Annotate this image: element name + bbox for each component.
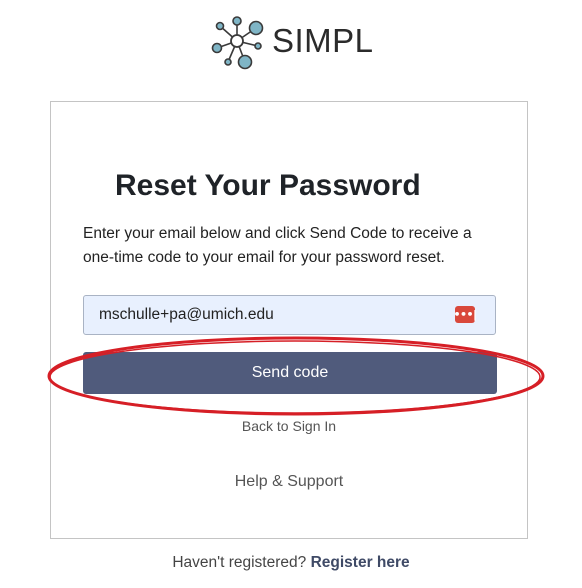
register-prompt-text: Haven't registered? xyxy=(172,554,307,571)
help-support-link[interactable]: Help & Support xyxy=(51,473,527,491)
back-to-sign-in-link[interactable]: Back to Sign In xyxy=(51,418,527,434)
password-manager-icon[interactable]: •••| xyxy=(453,306,477,323)
brand-name: SIMPL xyxy=(272,22,374,59)
page-title: Reset Your Password xyxy=(115,169,421,202)
instructions-text: Enter your email below and click Send Co… xyxy=(83,225,472,266)
email-field-wrapper: •••| xyxy=(83,295,496,335)
reset-password-card: Reset Your Password Enter your email bel… xyxy=(50,101,528,539)
email-field[interactable] xyxy=(84,296,444,334)
molecule-network-icon xyxy=(211,16,264,70)
register-link[interactable]: Register here xyxy=(311,554,410,571)
send-code-button[interactable]: Send code xyxy=(83,352,497,394)
register-prompt: Haven't registered? Register here xyxy=(0,554,582,572)
brand-logo: SIMPL xyxy=(208,12,374,70)
